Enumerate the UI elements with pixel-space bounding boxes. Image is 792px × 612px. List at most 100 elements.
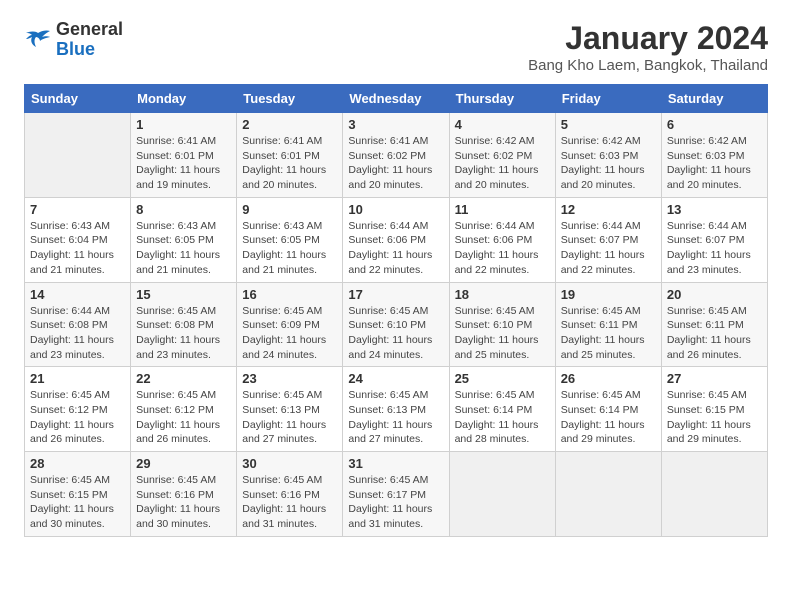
day-number: 19 [561, 287, 656, 302]
calendar-cell: 11 Sunrise: 6:44 AMSunset: 6:06 PMDayligh… [449, 197, 555, 282]
calendar-cell: 24 Sunrise: 6:45 AMSunset: 6:13 PMDayligh… [343, 367, 449, 452]
calendar-cell: 6 Sunrise: 6:42 AMSunset: 6:03 PMDaylight… [661, 113, 767, 198]
day-number: 30 [242, 456, 337, 471]
calendar-cell: 22 Sunrise: 6:45 AMSunset: 6:12 PMDayligh… [131, 367, 237, 452]
day-number: 25 [455, 371, 550, 386]
calendar-cell: 13Sunrise: 6:44 AMSunset: 6:07 PMDayligh… [661, 197, 767, 282]
calendar-cell: 5 Sunrise: 6:42 AMSunset: 6:03 PMDaylight… [555, 113, 661, 198]
calendar-cell: 18Sunrise: 6:45 AMSunset: 6:10 PMDayligh… [449, 282, 555, 367]
calendar-week-row: 14 Sunrise: 6:44 AMSunset: 6:08 PMDayligh… [25, 282, 768, 367]
day-info: Sunrise: 6:45 AMSunset: 6:12 PMDaylight:… [30, 388, 125, 447]
day-info: Sunrise: 6:44 AMSunset: 6:06 PMDaylight:… [455, 219, 550, 278]
weekday-header: Monday [131, 85, 237, 113]
day-info: Sunrise: 6:44 AMSunset: 6:08 PMDaylight:… [30, 304, 125, 363]
day-number: 2 [242, 117, 337, 132]
day-info: Sunrise: 6:43 AMSunset: 6:04 PMDaylight:… [30, 219, 125, 278]
calendar-cell: 10 Sunrise: 6:44 AMSunset: 6:06 PMDayligh… [343, 197, 449, 282]
calendar-cell: 31Sunrise: 6:45 AMSunset: 6:17 PMDayligh… [343, 452, 449, 537]
weekday-header-row: SundayMondayTuesdayWednesdayThursdayFrid… [25, 85, 768, 113]
day-number: 21 [30, 371, 125, 386]
day-info: Sunrise: 6:42 AMSunset: 6:03 PMDaylight:… [667, 134, 762, 193]
day-info: Sunrise: 6:45 AMSunset: 6:14 PMDaylight:… [561, 388, 656, 447]
day-info: Sunrise: 6:45 AMSunset: 6:12 PMDaylight:… [136, 388, 231, 447]
calendar-cell: 30 Sunrise: 6:45 AMSunset: 6:16 PMDayligh… [237, 452, 343, 537]
day-number: 7 [30, 202, 125, 217]
logo-bird-icon [24, 29, 52, 51]
logo-general: General [56, 20, 123, 40]
logo: General Blue [24, 20, 123, 60]
day-info: Sunrise: 6:45 AMSunset: 6:16 PMDaylight:… [242, 473, 337, 532]
calendar-cell: 9 Sunrise: 6:43 AMSunset: 6:05 PMDaylight… [237, 197, 343, 282]
calendar-week-row: 1 Sunrise: 6:41 AMSunset: 6:01 PMDaylight… [25, 113, 768, 198]
day-number: 13 [667, 202, 762, 217]
day-info: Sunrise: 6:45 AMSunset: 6:15 PMDaylight:… [667, 388, 762, 447]
day-info: Sunrise: 6:45 AMSunset: 6:11 PMDaylight:… [667, 304, 762, 363]
day-number: 1 [136, 117, 231, 132]
calendar-cell [555, 452, 661, 537]
day-number: 24 [348, 371, 443, 386]
weekday-header: Friday [555, 85, 661, 113]
weekday-header: Saturday [661, 85, 767, 113]
day-info: Sunrise: 6:44 AMSunset: 6:07 PMDaylight:… [561, 219, 656, 278]
day-number: 26 [561, 371, 656, 386]
day-info: Sunrise: 6:45 AMSunset: 6:14 PMDaylight:… [455, 388, 550, 447]
day-number: 15 [136, 287, 231, 302]
calendar-cell: 20 Sunrise: 6:45 AMSunset: 6:11 PMDayligh… [661, 282, 767, 367]
calendar-cell: 8Sunrise: 6:43 AMSunset: 6:05 PMDaylight… [131, 197, 237, 282]
day-number: 28 [30, 456, 125, 471]
calendar-cell [449, 452, 555, 537]
calendar-cell: 27 Sunrise: 6:45 AMSunset: 6:15 PMDayligh… [661, 367, 767, 452]
day-info: Sunrise: 6:42 AMSunset: 6:02 PMDaylight:… [455, 134, 550, 193]
calendar-cell: 19Sunrise: 6:45 AMSunset: 6:11 PMDayligh… [555, 282, 661, 367]
day-number: 9 [242, 202, 337, 217]
day-info: Sunrise: 6:45 AMSunset: 6:08 PMDaylight:… [136, 304, 231, 363]
day-info: Sunrise: 6:45 AMSunset: 6:13 PMDaylight:… [348, 388, 443, 447]
day-info: Sunrise: 6:45 AMSunset: 6:10 PMDaylight:… [348, 304, 443, 363]
day-number: 20 [667, 287, 762, 302]
day-number: 11 [455, 202, 550, 217]
day-number: 3 [348, 117, 443, 132]
day-info: Sunrise: 6:44 AMSunset: 6:06 PMDaylight:… [348, 219, 443, 278]
day-info: Sunrise: 6:45 AMSunset: 6:15 PMDaylight:… [30, 473, 125, 532]
day-info: Sunrise: 6:41 AMSunset: 6:02 PMDaylight:… [348, 134, 443, 193]
day-number: 10 [348, 202, 443, 217]
page-title: January 2024 [528, 20, 768, 57]
logo-text: General Blue [56, 20, 123, 60]
day-number: 18 [455, 287, 550, 302]
day-info: Sunrise: 6:45 AMSunset: 6:17 PMDaylight:… [348, 473, 443, 532]
day-number: 22 [136, 371, 231, 386]
calendar-week-row: 7 Sunrise: 6:43 AMSunset: 6:04 PMDaylight… [25, 197, 768, 282]
day-number: 12 [561, 202, 656, 217]
weekday-header: Wednesday [343, 85, 449, 113]
calendar-cell [661, 452, 767, 537]
calendar-cell: 1Sunrise: 6:41 AMSunset: 6:01 PMDaylight… [131, 113, 237, 198]
calendar-cell: 4 Sunrise: 6:42 AMSunset: 6:02 PMDaylight… [449, 113, 555, 198]
day-info: Sunrise: 6:43 AMSunset: 6:05 PMDaylight:… [242, 219, 337, 278]
day-number: 27 [667, 371, 762, 386]
calendar-cell: 14 Sunrise: 6:44 AMSunset: 6:08 PMDayligh… [25, 282, 131, 367]
calendar-week-row: 21 Sunrise: 6:45 AMSunset: 6:12 PMDayligh… [25, 367, 768, 452]
calendar-cell: 29Sunrise: 6:45 AMSunset: 6:16 PMDayligh… [131, 452, 237, 537]
day-info: Sunrise: 6:45 AMSunset: 6:13 PMDaylight:… [242, 388, 337, 447]
day-number: 14 [30, 287, 125, 302]
day-number: 17 [348, 287, 443, 302]
day-number: 16 [242, 287, 337, 302]
calendar-table: SundayMondayTuesdayWednesdayThursdayFrid… [24, 84, 768, 537]
day-info: Sunrise: 6:42 AMSunset: 6:03 PMDaylight:… [561, 134, 656, 193]
calendar-cell: 2 Sunrise: 6:41 AMSunset: 6:01 PMDaylight… [237, 113, 343, 198]
day-number: 6 [667, 117, 762, 132]
calendar-cell: 21 Sunrise: 6:45 AMSunset: 6:12 PMDayligh… [25, 367, 131, 452]
day-number: 5 [561, 117, 656, 132]
calendar-cell: 25 Sunrise: 6:45 AMSunset: 6:14 PMDayligh… [449, 367, 555, 452]
calendar-cell: 7 Sunrise: 6:43 AMSunset: 6:04 PMDaylight… [25, 197, 131, 282]
day-number: 4 [455, 117, 550, 132]
calendar-cell: 17 Sunrise: 6:45 AMSunset: 6:10 PMDayligh… [343, 282, 449, 367]
calendar-cell: 12 Sunrise: 6:44 AMSunset: 6:07 PMDayligh… [555, 197, 661, 282]
calendar-cell: 3 Sunrise: 6:41 AMSunset: 6:02 PMDaylight… [343, 113, 449, 198]
logo-blue: Blue [56, 40, 123, 60]
day-info: Sunrise: 6:43 AMSunset: 6:05 PMDaylight:… [136, 219, 231, 278]
day-info: Sunrise: 6:41 AMSunset: 6:01 PMDaylight:… [242, 134, 337, 193]
calendar-week-row: 28 Sunrise: 6:45 AMSunset: 6:15 PMDayligh… [25, 452, 768, 537]
weekday-header: Sunday [25, 85, 131, 113]
calendar-cell: 23Sunrise: 6:45 AMSunset: 6:13 PMDayligh… [237, 367, 343, 452]
